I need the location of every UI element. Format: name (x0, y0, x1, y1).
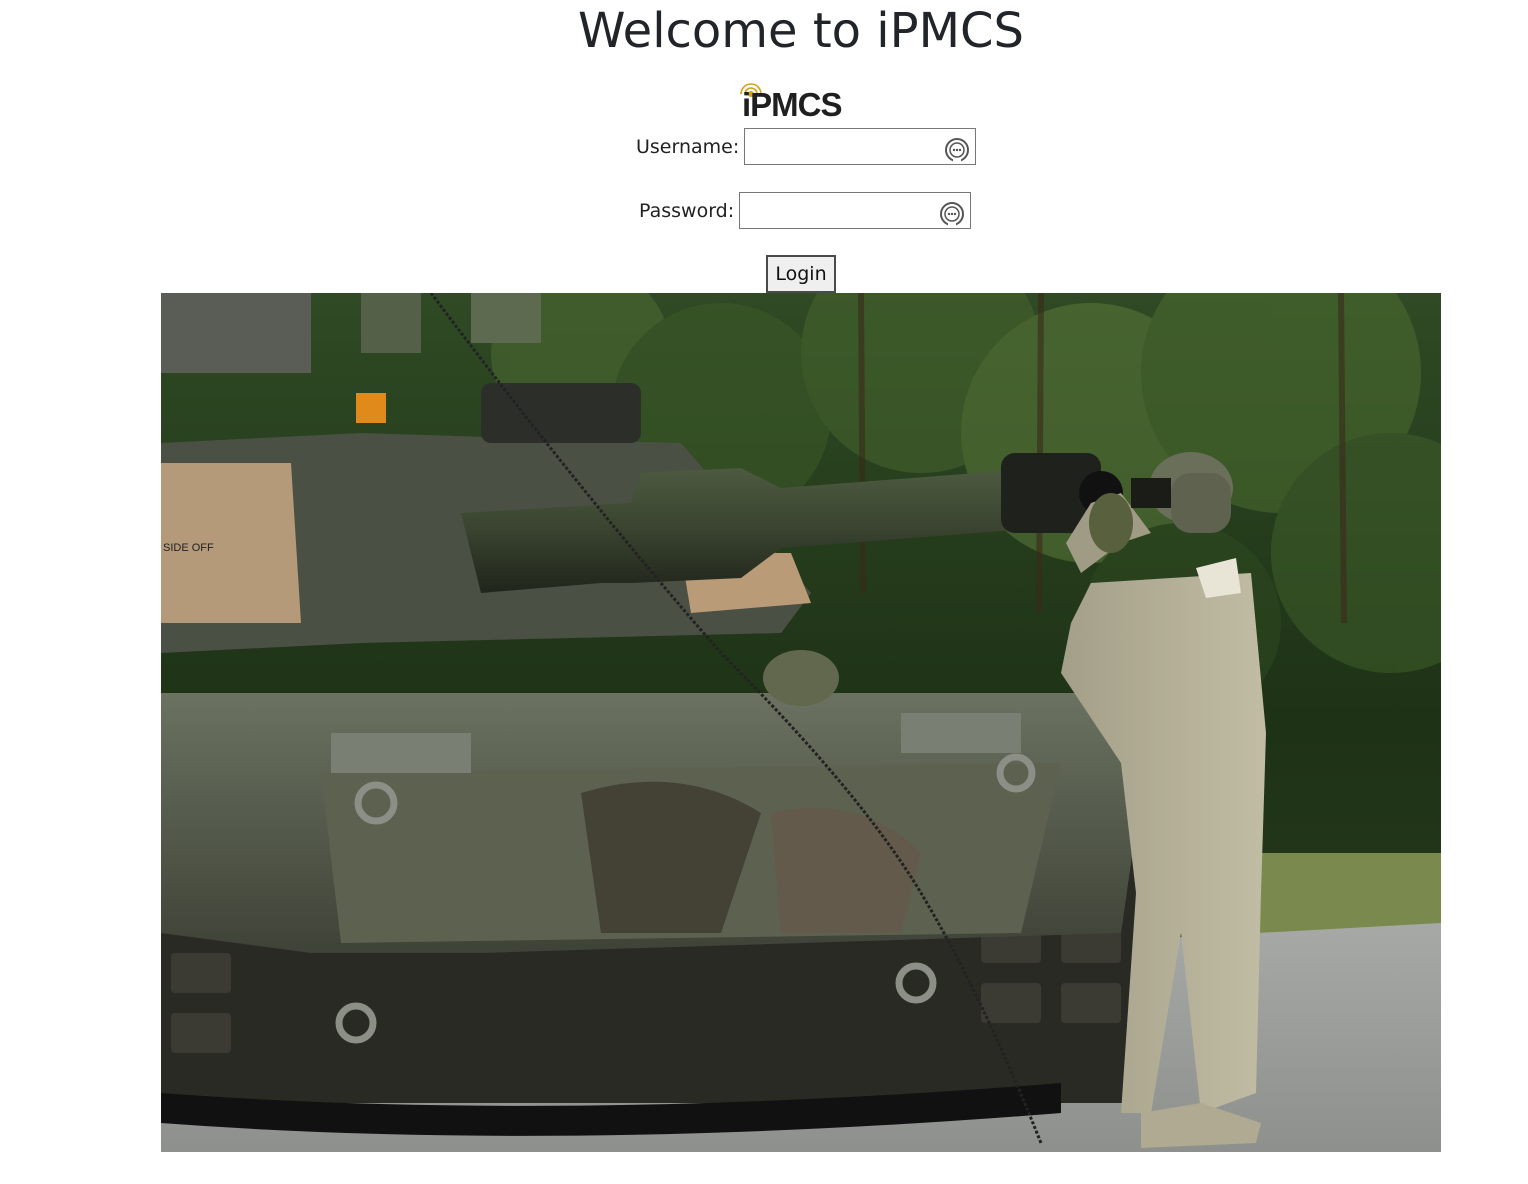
username-input[interactable] (744, 128, 977, 165)
tank-soldier-photo: SIDE OFF (161, 293, 1441, 1152)
password-manager-icon[interactable] (944, 137, 970, 163)
ipmcs-logo: iPMCS (736, 78, 866, 124)
username-field-wrap (744, 128, 977, 165)
hero-image: SIDE OFF (161, 293, 1441, 1152)
login-page: Welcome to iPMCS iPMCS Username: Passwor… (0, 0, 1528, 1184)
login-button[interactable]: Login (766, 255, 836, 293)
password-manager-icon[interactable] (939, 201, 965, 227)
username-label: Username: (636, 135, 740, 158)
hull-marking-text: SIDE OFF (163, 542, 214, 554)
page-title: Welcome to iPMCS (578, 3, 1024, 59)
password-row: Password: (639, 192, 972, 229)
logo-text: iPMCS (742, 86, 843, 123)
username-row: Username: (636, 128, 977, 165)
password-input[interactable] (739, 192, 972, 229)
password-field-wrap (739, 192, 972, 229)
password-label: Password: (639, 199, 735, 222)
